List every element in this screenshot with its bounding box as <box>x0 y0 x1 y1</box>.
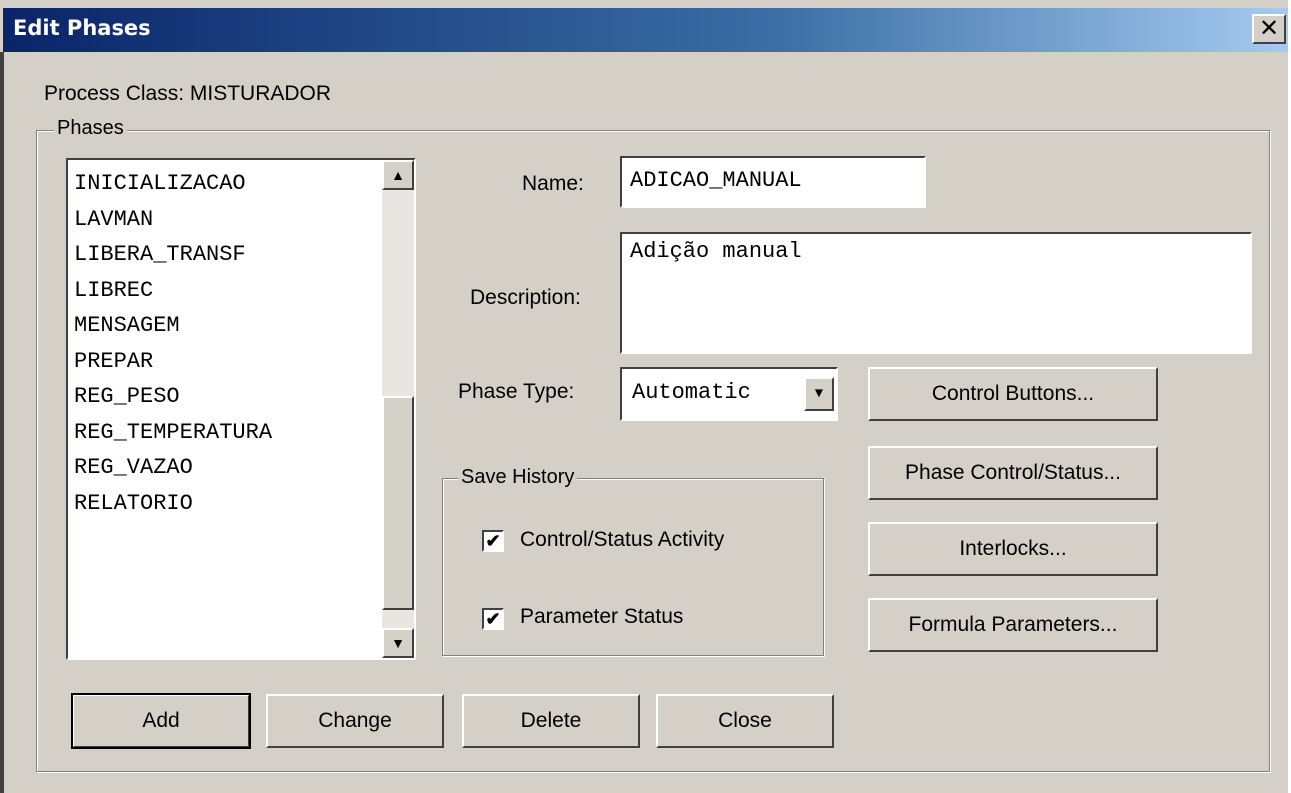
parameter-status-label[interactable]: Parameter Status <box>520 605 683 629</box>
scroll-down-icon[interactable]: ▼ <box>382 628 414 658</box>
description-field[interactable]: Adição manual <box>620 232 1252 354</box>
list-item[interactable]: LIBERA_TRANSF <box>74 237 272 273</box>
control-status-activity-label[interactable]: Control/Status Activity <box>520 528 724 552</box>
list-item[interactable]: MENSAGEM <box>74 308 272 344</box>
list-item[interactable]: INICIALIZACAO <box>74 166 272 202</box>
chevron-down-icon[interactable]: ▼ <box>804 377 834 411</box>
list-item[interactable]: REG_TEMPERATURA <box>74 415 272 451</box>
list-item[interactable]: LIBREC <box>74 273 272 309</box>
phases-group-label: Phases <box>54 117 127 140</box>
formula-parameters-button[interactable]: Formula Parameters... <box>868 598 1158 652</box>
window-title: Edit Phases <box>13 16 151 40</box>
control-status-activity-checkbox[interactable]: ✔ <box>482 530 504 552</box>
phases-listbox[interactable]: INICIALIZACAO LAVMAN LIBERA_TRANSF LIBRE… <box>66 158 416 660</box>
title-bar[interactable]: Edit Phases ✕ <box>3 8 1288 52</box>
phase-type-value: Automatic <box>632 380 751 405</box>
window-left-edge <box>0 52 4 793</box>
interlocks-button[interactable]: Interlocks... <box>868 522 1158 576</box>
change-button[interactable]: Change <box>266 694 444 748</box>
list-item[interactable]: REG_VAZAO <box>74 450 272 486</box>
phases-list: INICIALIZACAO LAVMAN LIBERA_TRANSF LIBRE… <box>74 166 272 521</box>
scroll-thumb[interactable] <box>382 396 414 610</box>
control-buttons-button[interactable]: Control Buttons... <box>868 367 1158 421</box>
phase-control-status-button[interactable]: Phase Control/Status... <box>868 446 1158 500</box>
list-item[interactable]: REG_PESO <box>74 379 272 415</box>
phase-type-select[interactable]: Automatic ▼ <box>620 367 838 421</box>
save-history-label: Save History <box>458 466 578 489</box>
process-class-label: Process Class: MISTURADOR <box>44 82 332 105</box>
list-item[interactable]: PREPAR <box>74 344 272 380</box>
close-icon[interactable]: ✕ <box>1252 14 1286 44</box>
phase-type-label: Phase Type: <box>458 380 575 403</box>
close-button[interactable]: Close <box>656 694 834 748</box>
edit-phases-dialog: Edit Phases ✕ Process Class: MISTURADOR … <box>0 0 1291 793</box>
add-button[interactable]: Add <box>71 693 251 749</box>
delete-button[interactable]: Delete <box>462 694 640 748</box>
phases-scrollbar[interactable]: ▲ ▼ <box>382 160 414 658</box>
name-label: Name: <box>522 172 584 195</box>
list-item[interactable]: LAVMAN <box>74 202 272 238</box>
description-label: Description: <box>470 286 581 309</box>
list-item[interactable]: RELATORIO <box>74 486 272 522</box>
parameter-status-checkbox[interactable]: ✔ <box>482 608 504 630</box>
scroll-up-icon[interactable]: ▲ <box>382 160 414 190</box>
name-field[interactable]: ADICAO_MANUAL <box>620 156 926 208</box>
